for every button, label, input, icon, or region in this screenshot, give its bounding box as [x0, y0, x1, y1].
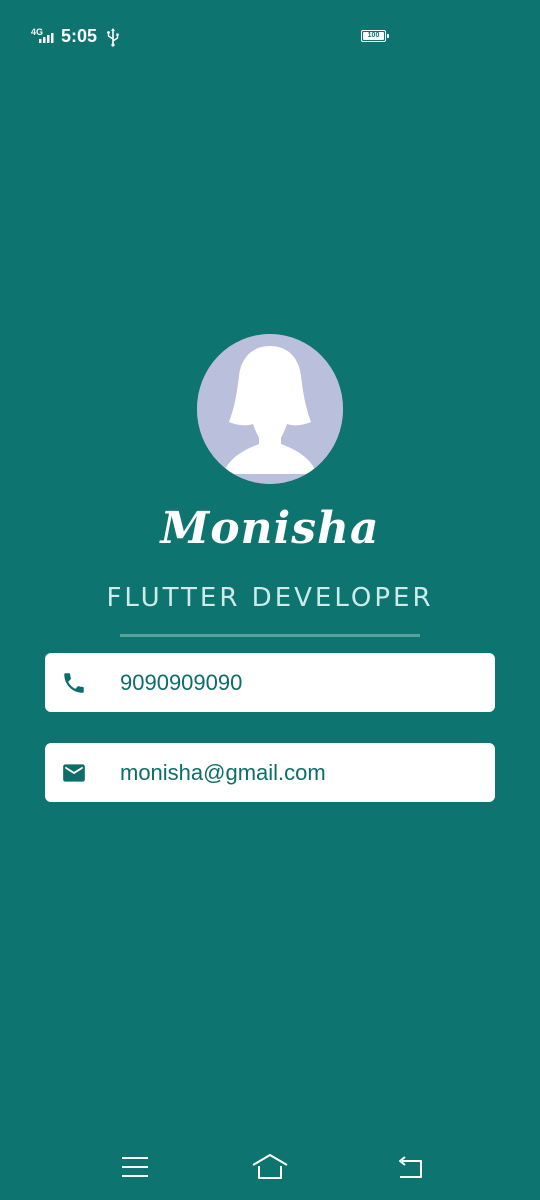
status-bar: 4G 5:05 100	[0, 0, 540, 72]
email-card[interactable]: monisha@gmail.com	[45, 743, 495, 802]
home-icon[interactable]	[250, 1152, 290, 1182]
profile-title: FLUTTER DEVELOPER	[106, 583, 434, 613]
avatar	[197, 334, 343, 484]
profile-name: Monisha	[160, 503, 380, 554]
female-silhouette-avatar-icon	[197, 334, 343, 484]
battery-level: 100	[367, 32, 380, 39]
back-icon[interactable]	[392, 1152, 432, 1182]
usb-icon	[107, 28, 119, 47]
status-time: 5:05	[61, 26, 98, 46]
menu-icon[interactable]	[115, 1152, 155, 1182]
phone-card[interactable]: 9090909090	[45, 653, 495, 712]
phone-number: 9090909090	[120, 670, 243, 695]
phone-icon	[64, 673, 84, 693]
email-address: monisha@gmail.com	[120, 760, 326, 785]
battery-icon: 100	[361, 30, 391, 44]
divider	[120, 634, 420, 637]
email-icon	[63, 764, 85, 782]
navigation-bar	[0, 1130, 540, 1200]
signal-icon: 4G	[31, 27, 54, 43]
network-type-label: 4G	[31, 27, 43, 37]
